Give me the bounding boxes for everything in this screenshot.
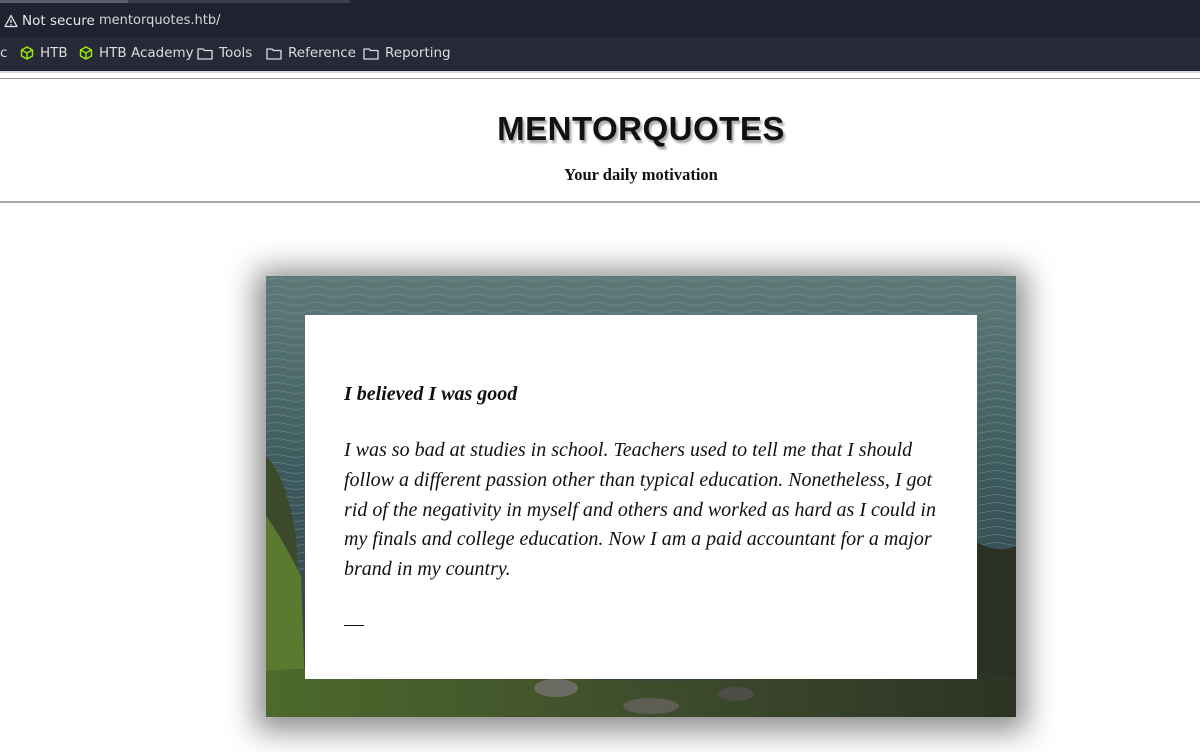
site-tagline: Your daily motivation bbox=[564, 165, 718, 184]
folder-icon bbox=[197, 47, 213, 60]
site-title: MENTORQUOTES bbox=[497, 110, 785, 147]
bookmark-htb-academy[interactable]: HTB Academy bbox=[79, 45, 194, 61]
bookmark-truncated[interactable]: c bbox=[0, 45, 7, 61]
quote-body: I was so bad at studies in school. Teach… bbox=[344, 439, 936, 581]
warning-triangle-icon bbox=[4, 14, 18, 28]
quote-title: I believed I was good bbox=[344, 383, 518, 405]
folder-icon bbox=[363, 47, 379, 60]
bookmark-folder-reference[interactable]: Reference bbox=[266, 45, 356, 61]
bookmarks-bar: c HTB HTB Academy Tools Reference Report… bbox=[0, 37, 1200, 71]
header-bottom-rule bbox=[0, 201, 1200, 203]
bookmark-label: Reporting bbox=[385, 45, 451, 61]
chrome-divider bbox=[0, 71, 1200, 73]
security-indicator[interactable]: Not secure bbox=[4, 10, 95, 32]
quote-attribution: — bbox=[344, 612, 364, 635]
bookmark-label: c bbox=[0, 45, 8, 61]
bookmark-folder-tools[interactable]: Tools bbox=[197, 45, 252, 61]
bookmark-label: Tools bbox=[219, 45, 253, 61]
folder-icon bbox=[266, 47, 282, 60]
url-field[interactable]: mentorquotes.htb/ bbox=[99, 13, 220, 28]
bookmark-label: HTB bbox=[40, 45, 68, 61]
quote-card: I believed I was good I was so bad at st… bbox=[305, 315, 977, 679]
bookmark-folder-reporting[interactable]: Reporting bbox=[363, 45, 451, 61]
cube-icon bbox=[79, 46, 93, 60]
browser-address-bar: Not secure mentorquotes.htb/ bbox=[0, 0, 1200, 38]
header-top-rule bbox=[0, 78, 1200, 79]
security-label: Not secure bbox=[22, 13, 95, 29]
bookmark-htb[interactable]: HTB bbox=[20, 45, 68, 61]
bookmark-label: HTB Academy bbox=[99, 45, 194, 61]
bookmark-label: Reference bbox=[288, 45, 356, 61]
cube-icon bbox=[20, 46, 34, 60]
tab-strip-edge bbox=[0, 0, 350, 3]
